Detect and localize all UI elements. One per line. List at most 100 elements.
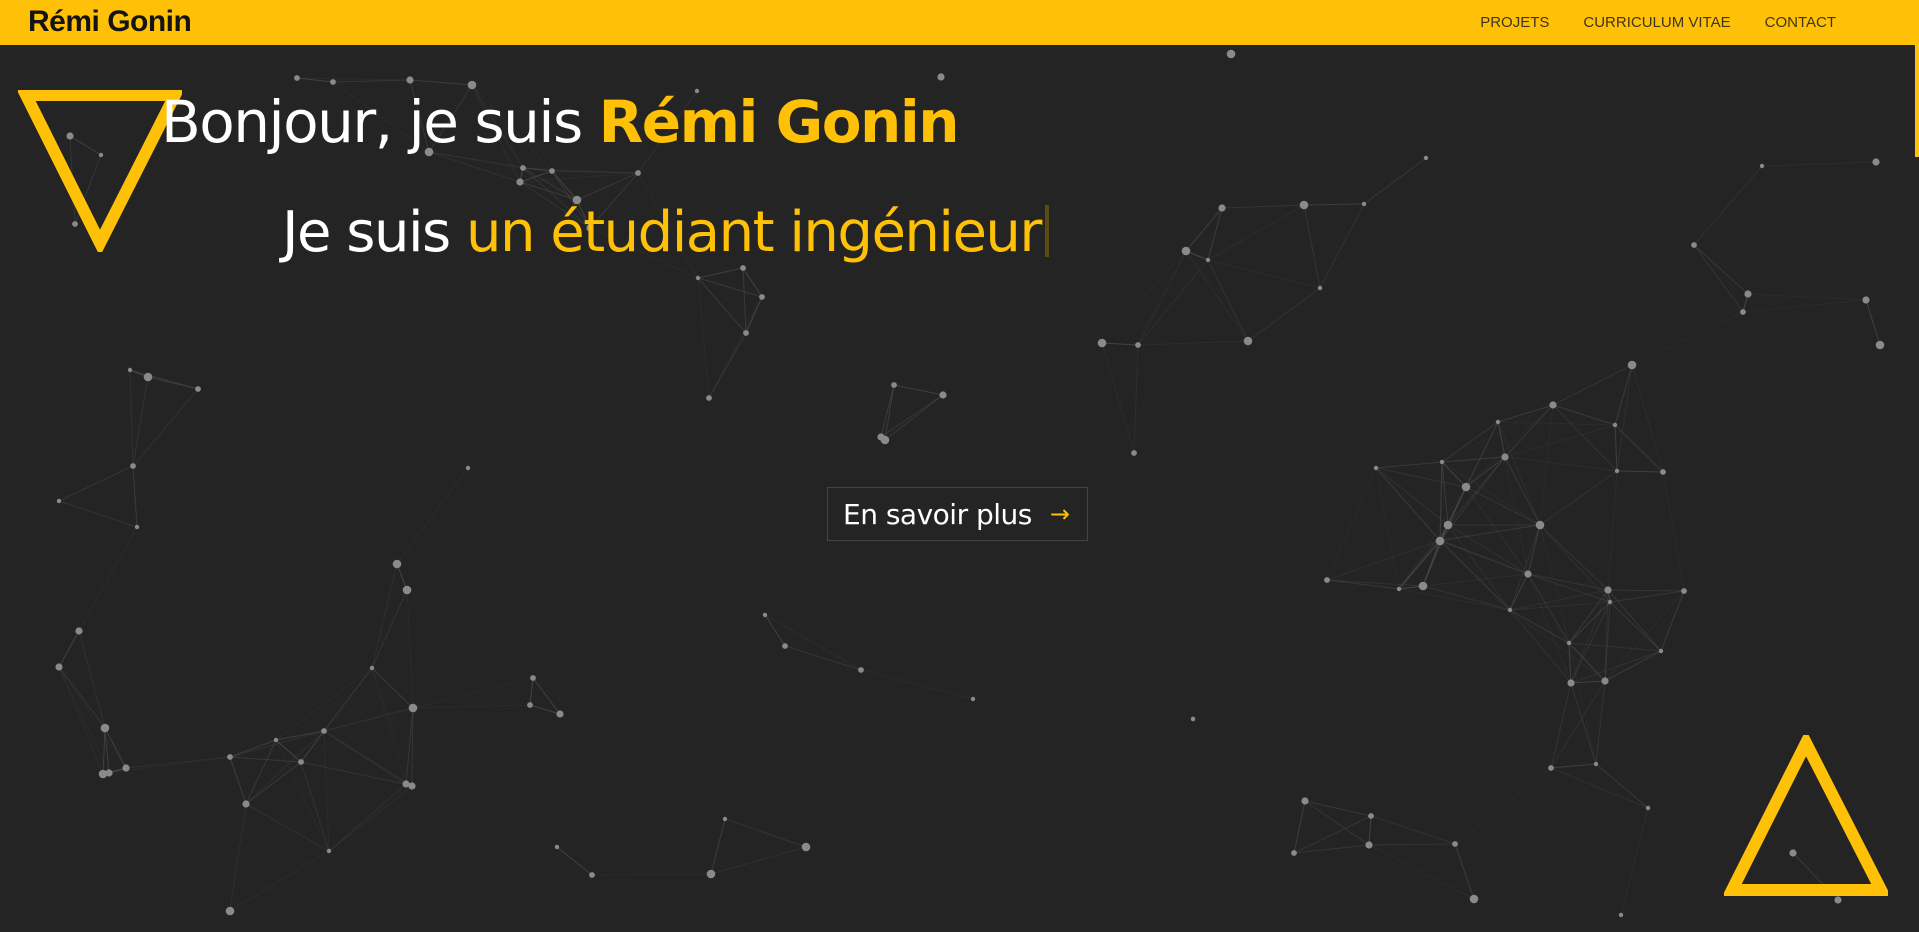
- network-link: [884, 394, 944, 441]
- main-nav: PROJETS CURRICULUM VITAE CONTACT: [1446, 0, 1836, 45]
- network-node: [1501, 453, 1509, 461]
- network-link: [412, 704, 531, 709]
- network-link: [1207, 204, 1305, 261]
- network-link: [1465, 486, 1529, 575]
- nav-link-projets[interactable]: PROJETS: [1480, 14, 1549, 31]
- network-link: [1607, 589, 1685, 592]
- network-node: [122, 764, 130, 772]
- hero-subtitle: Je suis un étudiant ingénieur: [282, 200, 1049, 265]
- network-link: [764, 614, 862, 671]
- network-link: [710, 818, 726, 875]
- network-link: [300, 707, 414, 763]
- network-link: [300, 761, 407, 785]
- network-node: [1418, 581, 1428, 591]
- network-link: [371, 563, 398, 669]
- learn-more-button[interactable]: En savoir plus →: [827, 487, 1088, 541]
- network-node: [127, 367, 133, 373]
- network-node: [298, 759, 304, 765]
- network-link: [1504, 456, 1618, 472]
- network-node: [1566, 640, 1572, 646]
- network-node: [1744, 290, 1752, 298]
- network-link: [58, 666, 106, 729]
- network-node: [1535, 520, 1545, 530]
- network-node: [801, 842, 811, 852]
- network-node: [130, 463, 136, 469]
- network-link: [1293, 800, 1306, 854]
- network-node: [1226, 49, 1236, 59]
- network-node: [1618, 912, 1624, 918]
- network-link: [1550, 763, 1597, 769]
- network-node: [1862, 296, 1870, 304]
- network-link: [697, 267, 744, 279]
- network-link: [1509, 589, 1609, 611]
- site-brand[interactable]: Rémi Gonin: [28, 5, 192, 39]
- network-link: [300, 730, 325, 763]
- network-node: [1567, 679, 1575, 687]
- network-link: [1761, 161, 1877, 167]
- network-node: [1243, 336, 1253, 346]
- network-node: [1097, 338, 1107, 348]
- network-node: [706, 395, 712, 401]
- network-node: [1181, 246, 1191, 256]
- network-link: [58, 465, 134, 502]
- network-link: [1293, 815, 1372, 854]
- network-link: [125, 756, 231, 769]
- network-node: [1834, 896, 1842, 904]
- network-link: [132, 465, 138, 528]
- inverted-triangle-decoration: [18, 90, 182, 252]
- network-node: [408, 703, 418, 713]
- network-link: [1631, 364, 1664, 473]
- network-link: [229, 803, 247, 912]
- network-link: [371, 589, 408, 669]
- learn-more-label: En savoir plus: [843, 497, 1032, 531]
- network-link: [1319, 203, 1365, 289]
- network-link: [132, 388, 199, 467]
- network-link: [406, 589, 414, 709]
- network-link: [1441, 461, 1541, 526]
- network-node: [1190, 716, 1196, 722]
- network-link: [1550, 682, 1572, 769]
- network-link: [1616, 470, 1664, 473]
- network-node: [1299, 200, 1309, 210]
- network-link: [1185, 250, 1249, 342]
- network-node: [1691, 242, 1697, 248]
- network-node: [1601, 677, 1609, 685]
- network-node: [1469, 894, 1479, 904]
- network-node: [858, 667, 864, 673]
- network-link: [697, 277, 747, 334]
- network-link: [229, 756, 247, 805]
- network-link: [1509, 609, 1572, 684]
- network-link: [147, 376, 199, 390]
- network-node: [75, 627, 83, 635]
- network-node: [556, 710, 564, 718]
- network-link: [1363, 157, 1427, 205]
- network-link: [1504, 456, 1541, 526]
- network-link: [1662, 471, 1685, 592]
- network-node: [1461, 482, 1471, 492]
- network-link: [1595, 763, 1649, 809]
- network-link: [1398, 588, 1511, 611]
- network-node: [1317, 285, 1323, 291]
- network-node: [294, 75, 300, 81]
- network-link: [1368, 815, 1372, 846]
- network-node: [1443, 520, 1453, 530]
- network-link: [1441, 421, 1499, 463]
- nav-link-contact[interactable]: CONTACT: [1765, 14, 1836, 31]
- network-node: [1507, 607, 1513, 613]
- network-node: [762, 612, 768, 618]
- network-node: [740, 265, 746, 271]
- network-link: [860, 669, 974, 700]
- network-link: [1439, 461, 1443, 541]
- network-node: [402, 780, 410, 788]
- network-link: [412, 677, 534, 709]
- network-link: [1137, 340, 1249, 346]
- network-link: [371, 667, 413, 787]
- network-node: [1614, 468, 1620, 474]
- network-node: [1875, 340, 1885, 350]
- network-link: [58, 666, 104, 775]
- nav-link-curriculum-vitae[interactable]: CURRICULUM VITAE: [1583, 14, 1730, 31]
- network-node: [1301, 797, 1309, 805]
- network-link: [1375, 467, 1449, 526]
- network-link: [1607, 470, 1618, 591]
- network-link: [1742, 299, 1867, 313]
